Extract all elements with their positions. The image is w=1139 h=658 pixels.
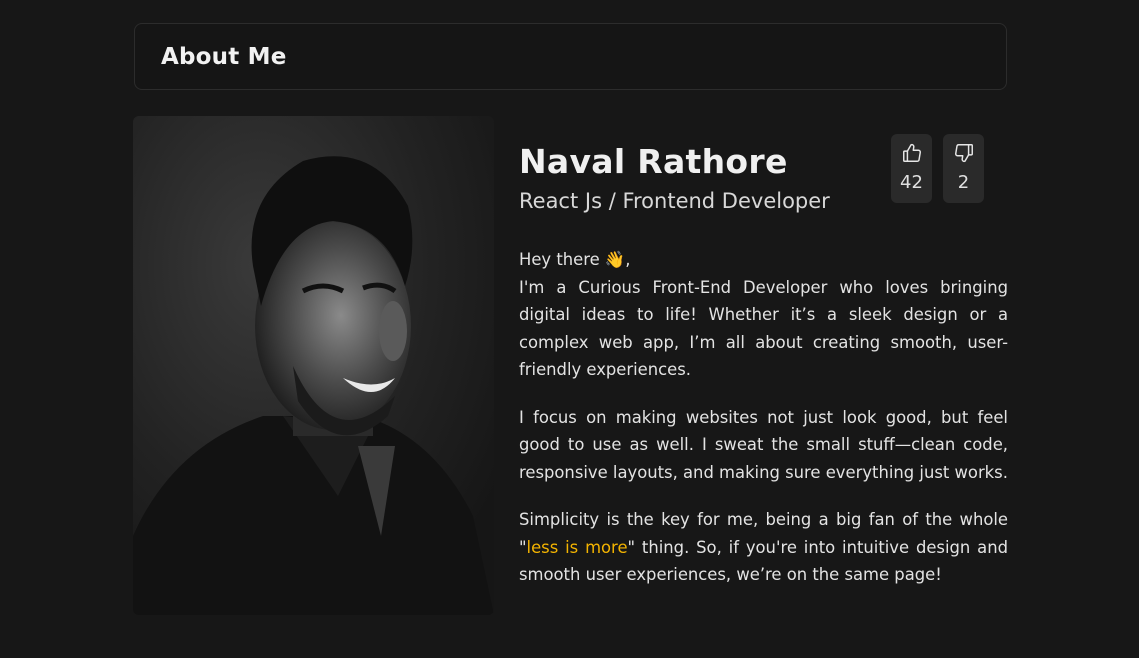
bio-greeting: Hey there 👋, (519, 250, 631, 269)
thumbs-up-icon (901, 142, 923, 168)
bio-intro: I'm a Curious Front-End Developer who lo… (519, 277, 1008, 380)
dislike-count: 2 (957, 172, 970, 193)
bio-paragraph-2: I focus on making websites not just look… (519, 407, 1008, 482)
about-header-card: About Me (134, 23, 1007, 90)
page-title: About Me (161, 43, 287, 70)
highlight-less-is-more: less is more (526, 537, 628, 557)
portrait-image (133, 116, 494, 615)
thumbs-down-icon (953, 142, 975, 168)
like-count: 42 (900, 172, 923, 193)
profile-photo (133, 116, 494, 615)
bio-text: Hey there 👋, I'm a Curious Front-End Dev… (519, 246, 1008, 609)
bio-paragraph-3: Simplicity is the key for me, being a bi… (519, 506, 1008, 589)
like-button[interactable]: 42 (891, 134, 932, 203)
dislike-button[interactable]: 2 (943, 134, 984, 203)
bio-paragraph-1: Hey there 👋, I'm a Curious Front-End Dev… (519, 246, 1008, 384)
profile-role: React Js / Frontend Developer (519, 189, 830, 213)
profile-name: Naval Rathore (519, 142, 788, 181)
